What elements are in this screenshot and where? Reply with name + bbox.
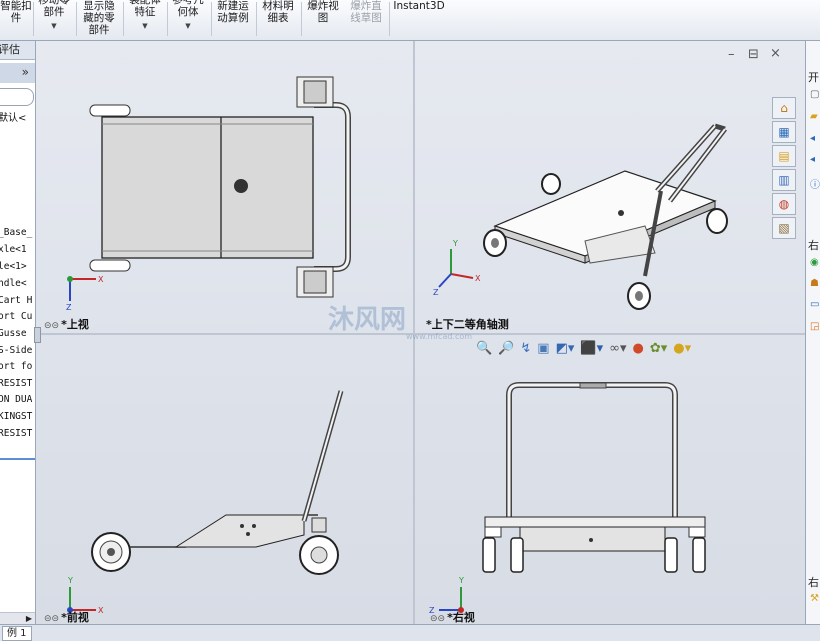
deck-side [174, 514, 305, 548]
info-icon[interactable]: ⓘ [810, 176, 820, 191]
tree-item[interactable]: RESIST [0, 378, 32, 389]
instant3d-button[interactable]: Instant3D [393, 0, 445, 40]
rss-icon[interactable]: ◲ [810, 321, 819, 332]
wheel-bottom-left [89, 259, 131, 272]
toolbar-separator [389, 2, 390, 36]
triad-y-label: Y [67, 576, 73, 585]
reference-geometry-button[interactable]: 参考几 何体 ▼ [168, 0, 208, 34]
design-library-icon[interactable]: ▦ [772, 121, 796, 143]
glasses-icon: ⊝⊝ [430, 614, 446, 624]
filter-input[interactable] [0, 88, 34, 106]
deck-rear [484, 516, 706, 528]
wheel-iso-2 [541, 173, 561, 195]
scroll-right-icon[interactable]: ▶ [26, 614, 32, 623]
expand-chevron-icon[interactable]: » [22, 65, 29, 79]
triad-x-label: X [98, 606, 104, 615]
view-palette-icon[interactable]: ▥ [772, 169, 796, 191]
task-pane-section-header: 右 [808, 239, 819, 252]
assembly-features-button[interactable]: 装配体 特征 ▼ [125, 0, 165, 34]
exploded-view-button[interactable]: 爆炸视 图 [302, 0, 344, 40]
task-pane-section-header: 右 [808, 576, 819, 589]
watermark-logo: 沐风网 [328, 305, 407, 335]
tree-item[interactable]: KINGST [0, 411, 32, 422]
folder-icon[interactable]: ▰ [810, 111, 818, 122]
tree-item[interactable]: xle<1 [0, 244, 27, 255]
chevron-down-icon[interactable]: ▼ [51, 20, 56, 32]
wheel-rear-right [692, 537, 706, 573]
feature-manager-panel: 评估 » 默认< _Base_ xle<1 le<1> ndle< Cart H… [0, 41, 36, 624]
configuration-label: 默认< [0, 113, 27, 124]
bottom-bar: 例 1 [0, 624, 820, 641]
document-icon[interactable]: ▢ [810, 89, 819, 100]
viewport-label-iso: *上下二等角轴测 [426, 318, 509, 331]
front-view-drawing: Y X [67, 390, 344, 615]
isometric-view-drawing: Y X Z [433, 123, 728, 310]
command-toolbar: 智能扣 件 移动零 部件 ▼ 显示隐 藏的零 部件 装配体 特征 ▼ 参考几 何… [0, 0, 820, 41]
wheel-iso-4 [706, 208, 728, 234]
right-view-drawing: Y Z [429, 382, 706, 615]
tree-item[interactable]: RESIST [0, 428, 32, 439]
triad-z-label: Z [66, 303, 72, 312]
deck-plate [101, 116, 314, 259]
tree-item[interactable]: ndle< [0, 278, 27, 289]
tree-item[interactable]: Gusse [0, 328, 27, 339]
horizontal-scrollbar[interactable]: ▶ [0, 612, 35, 624]
tree-item[interactable]: _Base_ [0, 227, 32, 238]
task-pane: 开 ▢ ▰ ◂ ◂ ⓘ 右 ◉ ☗ ▭ ◲ 右 ⚒ [805, 41, 820, 624]
glasses-icon: ⊝⊝ [44, 614, 60, 624]
appearances-icon[interactable]: ◍ [772, 193, 796, 215]
custom-properties-icon[interactable]: ▧ [772, 217, 796, 239]
chevron-down-icon[interactable]: ▼ [142, 20, 147, 32]
tree-item[interactable]: Cart H [0, 295, 32, 306]
move-component-button[interactable]: 移动零 部件 ▼ [35, 0, 73, 34]
resource-icon[interactable]: ◉ [810, 257, 819, 268]
toolbar-separator [123, 2, 124, 36]
task-pane-tabs: ⌂ ▦ ▤ ▥ ◍ ▧ [772, 97, 796, 239]
smart-fasteners-button[interactable]: 智能扣 件 [0, 0, 32, 40]
triad-x-label: X [98, 275, 104, 284]
triad-z-label: Z [433, 288, 439, 297]
toolbar-separator [33, 2, 34, 36]
new-motion-study-button[interactable]: 新建运 动算例 [212, 0, 254, 40]
chevron-down-icon[interactable]: ▼ [185, 20, 190, 32]
triad-y-label: Y [458, 576, 464, 585]
wheel-top-left [89, 104, 131, 117]
forum-icon[interactable]: ▭ [810, 299, 819, 310]
link-icon[interactable]: ◂ [810, 133, 815, 144]
tree-highlight-line [0, 458, 35, 460]
viewport-label-front: ⊝⊝ *前视 [44, 611, 89, 624]
triad-y-label: Y [452, 239, 458, 248]
viewport-label-top: ⊝⊝ *上视 [44, 318, 89, 331]
show-hidden-components-button[interactable]: 显示隐 藏的零 部件 [78, 0, 120, 40]
wheel-rear-left [482, 537, 496, 573]
file-explorer-icon[interactable]: ▤ [772, 145, 796, 167]
panel-collapse-handle[interactable] [34, 327, 41, 343]
task-pane-header: 开 [808, 71, 819, 84]
tree-item[interactable]: ON DUA [0, 394, 32, 405]
panel-tab-strip: » [0, 63, 35, 83]
tab-motion-study[interactable]: 例 1 [2, 626, 32, 641]
tree-item[interactable]: ort Cu [0, 311, 32, 322]
tree-item[interactable]: S-Side [0, 345, 32, 356]
home-icon[interactable]: ⌂ [772, 97, 796, 119]
viewport-label-right: ⊝⊝ *右视 [430, 611, 475, 624]
toolbar-separator [76, 2, 77, 36]
wrench-icon[interactable]: ⚒ [810, 593, 819, 604]
tree-item[interactable]: ort fo [0, 361, 32, 372]
link-icon[interactable]: ◂ [810, 154, 815, 165]
triad-x-label: X [475, 274, 481, 283]
tree-item[interactable]: le<1> [0, 261, 27, 272]
community-icon[interactable]: ☗ [810, 278, 819, 289]
glasses-icon: ⊝⊝ [44, 321, 60, 331]
deck-knob [234, 179, 248, 193]
graphics-area[interactable]: – ⊟ × 🔍 🔎 ↯ ▣ ◩▾ ⬛▾ ∞▾ ● ✿▾ ●▾ X Z ⊝⊝ *上… [34, 41, 805, 624]
tab-evaluate[interactable]: 评估 [0, 41, 35, 60]
top-view-drawing: X Z [66, 76, 351, 312]
explode-line-sketch-button[interactable]: 爆炸直 线草图 [345, 0, 387, 40]
bill-of-materials-button[interactable]: 材料明 细表 [257, 0, 299, 40]
